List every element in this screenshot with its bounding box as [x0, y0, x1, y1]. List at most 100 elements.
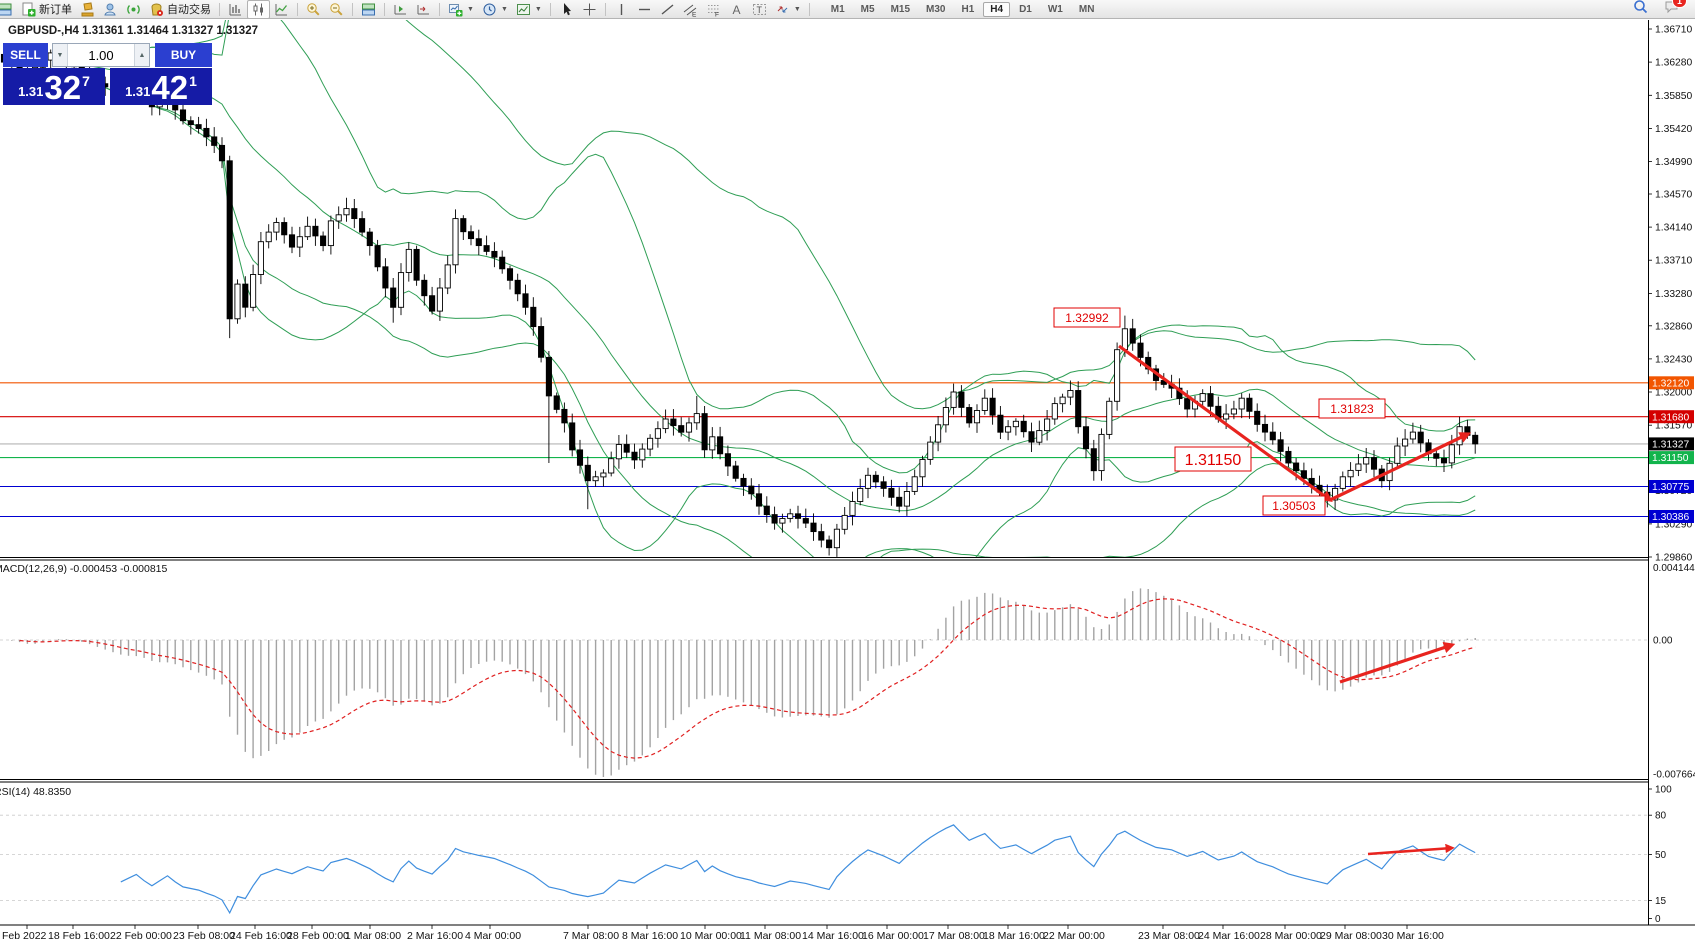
zoom-in-button[interactable]	[302, 0, 325, 19]
period-clock-button[interactable]: ▼	[478, 0, 512, 19]
search-icon	[1633, 0, 1648, 14]
template-button[interactable]: ▼	[512, 0, 546, 19]
trend-arrow[interactable]	[1340, 645, 1452, 682]
sell-button[interactable]: SELL	[3, 43, 48, 67]
buy-price-display[interactable]: 1.31 42 1	[110, 68, 212, 105]
signal-button[interactable]	[122, 0, 145, 19]
trendline-icon	[660, 2, 675, 17]
svg-text:4 Mar 00:00: 4 Mar 00:00	[465, 930, 521, 940]
time-axis: Feb 202218 Feb 16:0022 Feb 00:0023 Feb 0…	[0, 925, 1695, 940]
trend-arrow[interactable]	[1368, 848, 1452, 854]
crosshair-button[interactable]	[578, 0, 601, 19]
bar-chart-button[interactable]	[224, 0, 247, 19]
tf-H1-button[interactable]: H1	[954, 2, 981, 17]
text-label-button[interactable]: T	[748, 0, 771, 19]
price-axis-badge: 1.31150	[1649, 451, 1694, 464]
one-click-trading-panel: SELL ▼ ▲ BUY 1.31 32 7 1.31 42 1	[3, 43, 212, 105]
price-annotation[interactable]: 1.32992	[1054, 308, 1120, 327]
main-price-pane: 1.32992 1.31823 1.31150 1.30503	[0, 0, 1648, 592]
tile-windows-button[interactable]	[357, 0, 380, 19]
add-indicator-button[interactable]: ▼	[444, 0, 478, 19]
vertical-line-button[interactable]	[610, 0, 633, 19]
chart-window-button[interactable]	[0, 0, 17, 19]
svg-text:1.33710: 1.33710	[1655, 256, 1692, 267]
toolbar-button-label: 自动交易	[167, 1, 211, 17]
zoom-out-icon	[329, 2, 344, 17]
svg-text:17 Mar 08:00: 17 Mar 08:00	[923, 930, 985, 940]
candlestick-chart-button[interactable]	[247, 0, 270, 19]
volume-decrease-button[interactable]: ▼	[53, 44, 68, 66]
price-axis-badge: 1.30386	[1649, 510, 1694, 523]
chevron-down-icon[interactable]: ▼	[501, 6, 508, 13]
svg-text:1.31327: 1.31327	[1652, 440, 1689, 451]
rsi-label: RSI(14) 48.8350	[0, 786, 71, 798]
macd-label: MACD(12,26,9) -0.000453 -0.000815	[0, 563, 168, 575]
svg-text:1.32860: 1.32860	[1655, 321, 1692, 332]
auto-scroll-button[interactable]	[412, 0, 435, 19]
buy-button[interactable]: BUY	[155, 43, 212, 67]
svg-text:23 Mar 08:00: 23 Mar 08:00	[1138, 930, 1200, 940]
svg-text:-0.007664: -0.007664	[1653, 770, 1695, 781]
svg-text:1.32992: 1.32992	[1065, 311, 1109, 325]
svg-text:0.004144: 0.004144	[1653, 563, 1695, 574]
bar-chart-icon	[228, 2, 243, 17]
sell-price-display[interactable]: 1.31 32 7	[3, 68, 105, 105]
tf-MN-button[interactable]: MN	[1072, 2, 1102, 17]
price-annotation[interactable]: 1.31823	[1319, 399, 1385, 418]
auto-trading-button[interactable]: 自动交易	[145, 0, 215, 19]
svg-text:1.36280: 1.36280	[1655, 58, 1692, 69]
volume-increase-button[interactable]: ▲	[134, 44, 149, 66]
svg-text:100: 100	[1655, 785, 1672, 796]
tf-W1-button[interactable]: W1	[1041, 2, 1070, 17]
sell-price-sup: 7	[82, 73, 90, 89]
chevron-down-icon[interactable]: ▼	[794, 6, 801, 13]
svg-text:1.33280: 1.33280	[1655, 289, 1692, 300]
chart-title: GBPUSD-,H4 1.31361 1.31464 1.31327 1.313…	[8, 25, 258, 37]
zoom-out-button[interactable]	[325, 0, 348, 19]
bollinger-upper-band[interactable]	[66, 0, 1475, 409]
tf-D1-button[interactable]: D1	[1012, 2, 1039, 17]
line-chart-button[interactable]	[270, 0, 293, 19]
new-order-button[interactable]: 新订单	[17, 0, 76, 19]
svg-text:1.34990: 1.34990	[1655, 157, 1692, 168]
stamp-button[interactable]	[76, 0, 99, 19]
candlestick-series	[1, 46, 1477, 557]
svg-text:24 Mar 16:00: 24 Mar 16:00	[1198, 930, 1260, 940]
tf-M30-button[interactable]: M30	[919, 2, 952, 17]
svg-text:11 Mar 08:00: 11 Mar 08:00	[740, 930, 801, 940]
horizontal-line-button[interactable]	[633, 0, 656, 19]
profile-button[interactable]	[99, 0, 122, 19]
svg-text:1.31823: 1.31823	[1330, 402, 1374, 416]
price-annotation[interactable]: 1.31150	[1175, 447, 1251, 471]
trend-arrow[interactable]	[1119, 346, 1330, 500]
price-annotation[interactable]: 1.30503	[1263, 496, 1325, 515]
search-button[interactable]	[1633, 0, 1648, 19]
cursor-button[interactable]	[555, 0, 578, 19]
tf-M1-button[interactable]: M1	[824, 2, 852, 17]
tf-H4-button[interactable]: H4	[983, 2, 1010, 17]
chevron-down-icon[interactable]: ▼	[535, 6, 542, 13]
volume-input[interactable]	[68, 44, 134, 66]
price-chart-svg: 1.32992 1.31823 1.31150 1.30503 MACD(12,26,9…	[0, 0, 1695, 940]
svg-text:1.34140: 1.34140	[1655, 223, 1692, 234]
svg-text:1.32430: 1.32430	[1655, 354, 1692, 365]
stamp-icon	[80, 2, 95, 17]
rsi-line	[121, 825, 1475, 913]
chat-button[interactable]: 1	[1664, 0, 1679, 19]
svg-text:A: A	[732, 3, 740, 17]
shapes-button[interactable]: ▼	[771, 0, 805, 19]
price-axis-badge: 1.30775	[1649, 480, 1694, 493]
text-button[interactable]: A	[725, 0, 748, 19]
chevron-down-icon[interactable]: ▼	[467, 6, 474, 13]
tf-M15-button[interactable]: M15	[884, 2, 917, 17]
svg-text:1.34570: 1.34570	[1655, 190, 1692, 201]
chart-shift-button[interactable]	[389, 0, 412, 19]
channel-button[interactable]: E	[679, 0, 702, 19]
trendline-button[interactable]	[656, 0, 679, 19]
tf-M5-button[interactable]: M5	[854, 2, 882, 17]
fibonacci-button[interactable]: F	[702, 0, 725, 19]
pane-separators[interactable]	[0, 558, 1648, 783]
svg-text:22 Feb 00:00: 22 Feb 00:00	[110, 930, 172, 940]
toolbar-separator	[384, 3, 385, 16]
bollinger-upper-band[interactable]	[66, 0, 1475, 473]
